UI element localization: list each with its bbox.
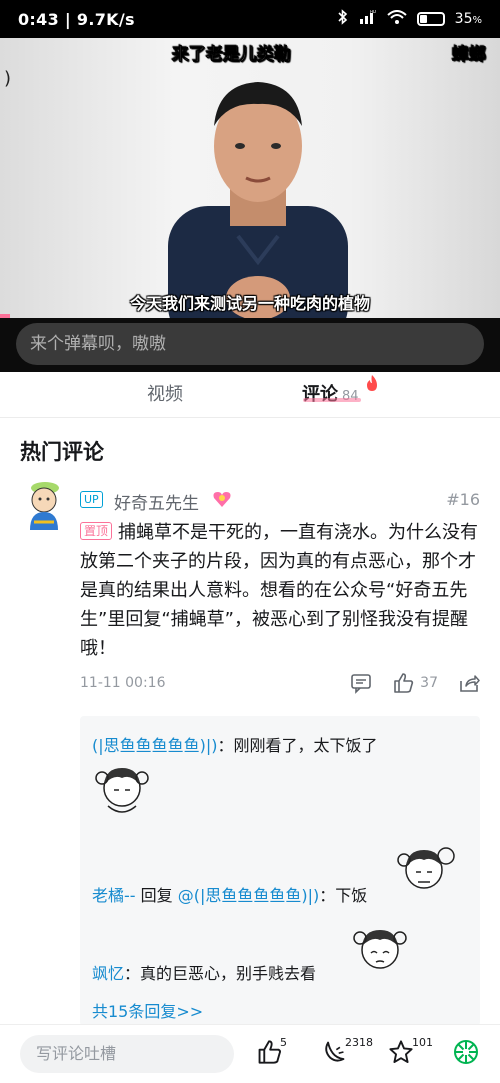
fan-badge-icon (213, 492, 231, 507)
coin-icon (325, 1041, 345, 1062)
bluetooth-icon (337, 9, 349, 29)
like-button[interactable]: 37 (392, 672, 438, 694)
danmaku-bar: 来个弹幕呗，嗷嗷 (0, 318, 500, 372)
star-icon (389, 1040, 413, 1063)
comment-actions: 37 (350, 672, 480, 694)
video-player[interactable]: 来了老是儿类勒 蟑螂 ) 今天我们来测试另一种吃肉的植物 (0, 38, 500, 318)
like-count: 37 (420, 675, 438, 691)
battery-percent: 35% (454, 11, 482, 27)
signal-icon: HD (359, 9, 377, 28)
sticker-emoji-icon (397, 847, 455, 889)
favorite-count: 101 (412, 1036, 433, 1049)
pinned-badge: 置顶 (80, 522, 113, 540)
reply-username[interactable]: (|思鱼鱼鱼鱼鱼)|) (92, 736, 218, 755)
reply-text: 下饭 (335, 886, 368, 905)
up-badge: UP (80, 491, 103, 508)
video-like-count: 5 (280, 1036, 287, 1049)
tab-comments[interactable]: 评论 84 (302, 380, 359, 406)
share-icon (460, 675, 480, 692)
coin-count: 2318 (345, 1036, 373, 1049)
comment-time: 11-11 00:16 (80, 675, 166, 691)
danmaku-comment: 来了老是儿类勒 (172, 45, 292, 66)
reply-item[interactable]: 飒忆：真的巨恶心，别手贱去看 (92, 960, 316, 984)
thumbs-up-icon (258, 1040, 281, 1064)
bottom-action-bar: 写评论吐槽 5 2318 101 (0, 1024, 500, 1083)
thumbs-up-icon (394, 673, 414, 693)
reply-button[interactable] (350, 672, 372, 694)
wifi-icon (386, 10, 407, 28)
write-comment-input[interactable]: 写评论吐槽 (20, 1035, 234, 1073)
video-subtitle: 今天我们来测试另一种吃肉的植物 (129, 294, 370, 313)
reply-text: 真的巨恶心，别手贱去看 (140, 964, 317, 983)
reply-list: (|思鱼鱼鱼鱼鱼)|)：刚刚看了，太下饭了 老橘-- 回复 @(|思鱼鱼鱼鱼鱼)… (80, 716, 480, 1026)
wechat-moments-share-button[interactable] (453, 1039, 483, 1069)
tab-video[interactable]: 视频 (147, 380, 183, 406)
reply-icon (351, 674, 371, 694)
comment-floor: #16 (446, 490, 480, 509)
comment-username[interactable]: 好奇五先生 (114, 489, 199, 514)
svg-text:HD: HD (370, 10, 376, 14)
tab-indicator (303, 398, 361, 402)
status-bar: 0:43 | 9.7K/s HD 35% (0, 0, 500, 38)
wechat-moments-icon (454, 1040, 478, 1064)
more-replies-link[interactable]: 共15条回复>> (92, 998, 203, 1022)
battery-icon (416, 12, 445, 26)
sticker-emoji-icon (353, 930, 407, 969)
tab-bar: 视频 评论 84 (0, 372, 500, 418)
comment-content: 置顶 捕蝇草不是干死的，一直有浇水。为什么没有放第二个夹子的片段，因为真的有点恶心… (80, 522, 479, 659)
status-time-speed: 0:43 | 9.7K/s (18, 9, 135, 29)
danmaku-fragment-icon: ) (4, 68, 12, 89)
sticker-emoji-icon (95, 768, 149, 813)
section-title: 热门评论 (20, 440, 104, 464)
reply-username[interactable]: 老橘-- (92, 886, 136, 905)
reply-item[interactable]: (|思鱼鱼鱼鱼鱼)|)：刚刚看了，太下饭了 (92, 732, 378, 756)
share-button[interactable] (458, 672, 480, 694)
reply-mention[interactable]: @(|思鱼鱼鱼鱼鱼)|) (178, 886, 320, 905)
video-person-figure (168, 82, 348, 318)
danmaku-comment: 蟑螂 (452, 45, 487, 66)
reply-item[interactable]: 老橘-- 回复 @(|思鱼鱼鱼鱼鱼)|)：下饭 (92, 882, 367, 906)
reply-text: 刚刚看了，太下饭了 (233, 736, 378, 755)
hot-flame-icon (367, 375, 377, 391)
danmaku-input[interactable]: 来个弹幕呗，嗷嗷 (16, 323, 484, 365)
avatar[interactable] (20, 476, 70, 532)
reply-username[interactable]: 飒忆 (92, 964, 124, 983)
